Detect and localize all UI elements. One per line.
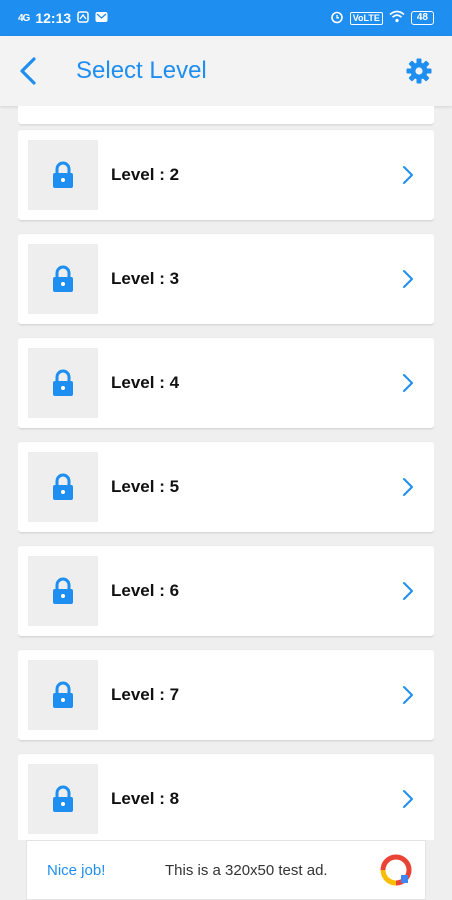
chevron-right-icon [398,371,418,395]
ad-text: This is a 320x50 test ad. [165,861,328,879]
signal-indicator: 4G [18,12,30,24]
ad-logo-icon [380,854,412,886]
chevron-right-icon [398,163,418,187]
mail-icon [95,10,108,26]
status-bar: 4G 12:13 VoLTE 48 [0,0,452,36]
level-thumbnail [28,348,98,418]
lock-icon [53,785,73,812]
level-card[interactable]: Level : 2 [18,130,434,220]
back-button[interactable] [18,51,56,91]
level-thumbnail [28,244,98,314]
wifi-icon [389,10,405,26]
level-card-partial[interactable] [18,106,434,124]
gear-icon [406,58,432,84]
ad-banner[interactable]: Nice job! This is a 320x50 test ad. [26,840,426,900]
level-card[interactable]: Level : 3 [18,234,434,324]
notification-icon [77,10,89,26]
level-label: Level : 4 [111,373,180,392]
lock-icon [53,577,73,604]
level-label: Level : 8 [111,789,180,808]
volte-badge: VoLTE [349,11,383,25]
lock-icon [53,473,73,500]
level-label: Level : 7 [111,685,180,704]
level-card[interactable]: Level : 5 [18,442,434,532]
level-label: Level : 6 [111,581,180,600]
chevron-right-icon [398,579,418,603]
level-label: Level : 3 [111,269,180,288]
chevron-right-icon [398,475,418,499]
level-label: Level : 5 [111,477,180,496]
level-card[interactable]: Level : 7 [18,650,434,740]
back-arrow-icon [20,57,36,85]
level-thumbnail [28,452,98,522]
battery-indicator: 48 [410,11,434,25]
level-card[interactable]: Level : 6 [18,546,434,636]
level-thumbnail [28,556,98,626]
level-list[interactable]: Level : 2 Level : 3 Level : 4 Level : 5 [18,106,434,840]
lock-icon [53,369,73,396]
ad-headline: Nice job! [47,861,106,879]
chevron-right-icon [398,787,418,811]
lock-icon [53,681,73,708]
app-bar: Select Level [0,36,452,106]
status-left: 4G 12:13 [18,10,108,26]
chevron-right-icon [398,683,418,707]
level-label: Level : 2 [111,165,180,184]
alarm-icon [330,10,344,27]
chevron-right-icon [398,267,418,291]
lock-icon [53,161,73,188]
lock-icon [53,265,73,292]
settings-button[interactable] [404,56,434,86]
level-thumbnail [28,660,98,730]
page-title: Select Level [76,57,207,84]
level-card[interactable]: Level : 4 [18,338,434,428]
level-thumbnail [28,140,98,210]
level-card[interactable]: Level : 8 [18,754,434,840]
status-time: 12:13 [35,10,72,26]
status-right: VoLTE 48 [330,10,434,27]
level-thumbnail [28,764,98,834]
